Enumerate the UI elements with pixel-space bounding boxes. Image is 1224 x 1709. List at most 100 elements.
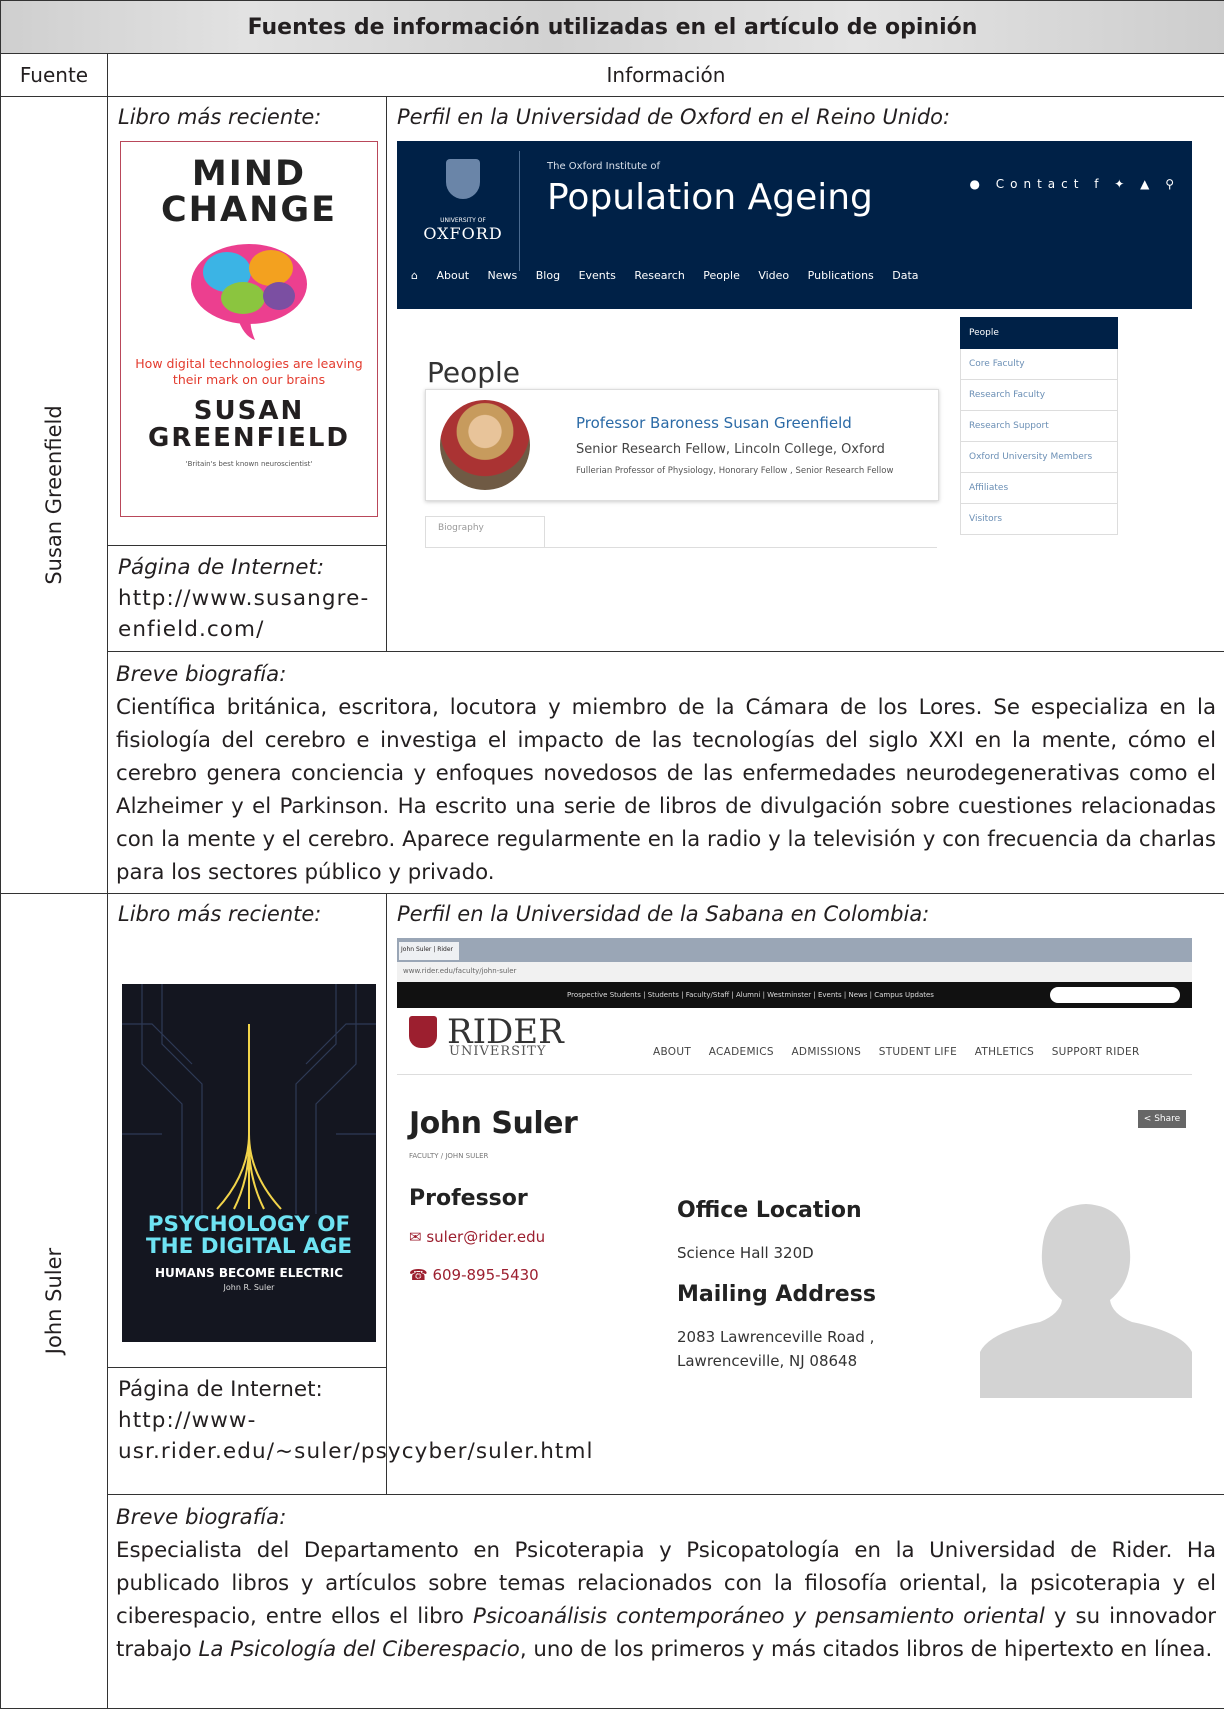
shield-icon [409,1016,437,1048]
home-icon[interactable]: ⌂ [411,269,418,282]
book-label: Libro más reciente: [108,894,386,926]
bio-cell: Breve biografía: Especialista del Depart… [108,1495,1224,1709]
utility-nav[interactable]: Prospective Students | Students | Facult… [397,982,1192,1008]
avatar [440,400,530,490]
sidebar-header: People [960,317,1118,349]
divider [545,547,937,548]
web-label: Página de Internet: [118,1374,376,1405]
book-label: Libro más reciente: [108,97,386,129]
nav-item[interactable]: Data [892,269,918,282]
site-nav[interactable]: ⌂ About News Blog Events Research People… [411,269,934,282]
people-sidebar[interactable]: People Core Faculty Research Faculty Res… [960,317,1118,535]
nav-item[interactable]: People [703,269,740,282]
breadcrumb[interactable]: FACULTY / JOHN SULER [409,1152,488,1160]
nav-item[interactable]: Events [579,269,616,282]
address-line1: 2083 Lawrenceville Road , [677,1328,874,1346]
oxford-logo: UNIVERSITY OF OXFORD [407,151,520,271]
table-title: Fuentes de información utilizadas en el … [1,1,1224,54]
bio-work-title: La Psicología del Ciberespacio [198,1637,519,1662]
nav-item[interactable]: ATHLETICS [975,1046,1034,1058]
institute-line: The Oxford Institute of [547,161,660,172]
address-bar[interactable]: www.rider.edu/faculty/john-suler [397,962,1192,982]
profile-cell: Perfil en la Universidad de Oxford en el… [387,97,1224,652]
bio-text-part: , uno de los primeros y más citados libr… [520,1637,1212,1662]
web-cell: Página de Internet: http://www.susangre-… [108,546,387,652]
web-url[interactable]: http://www-usr.rider.edu/~suler/psycyber… [118,1405,376,1467]
search-input[interactable] [1050,987,1180,1003]
header-fuente: Fuente [1,54,108,97]
bio-text: Científica británica, escritora, locutor… [116,691,1216,889]
share-button[interactable]: < Share [1138,1110,1186,1128]
profile-label: Perfil en la Universidad de Oxford en el… [387,97,1224,129]
book-author-line2: GREENFIELD [148,423,350,453]
sidebar-item[interactable]: Oxford University Members [960,442,1118,473]
nav-item[interactable]: About [436,269,469,282]
share-label: Share [1154,1114,1180,1124]
email-link[interactable]: ✉ suler@rider.edu [409,1228,545,1246]
sidebar-item[interactable]: Core Faculty [960,349,1118,380]
profile-name: John Suler [409,1106,577,1141]
divider [397,1074,1192,1075]
office-heading: Office Location [677,1198,862,1223]
nav-item[interactable]: STUDENT LIFE [879,1046,957,1058]
email-text[interactable]: suler@rider.edu [426,1228,545,1246]
person-name[interactable]: Professor Baroness Susan Greenfield [576,414,852,432]
book-subtitle: How digital technologies are leaving the… [121,356,377,388]
nav-item[interactable]: Research [634,269,684,282]
nav-item[interactable]: News [488,269,518,282]
crest-icon [446,159,480,199]
bio-book-title: Psicoanálisis contemporáneo y pensamient… [473,1604,1045,1629]
contact-link[interactable]: Contact [996,177,1085,191]
book-cover-mind-change: MINDCHANGE How digital technologies are … [120,141,378,517]
bio-text: Especialista del Departamento en Psicote… [116,1534,1216,1666]
tab-biography[interactable]: Biography [425,516,545,548]
person-role: Senior Research Fellow, Lincoln College,… [576,442,885,457]
nav-item[interactable]: Video [758,269,789,282]
phone-link[interactable]: ☎ 609-895-5430 [409,1266,539,1284]
logo-text: OXFORD [407,224,519,243]
sidebar-item[interactable]: Affiliates [960,473,1118,504]
utility-links[interactable]: Prospective Students | Students | Facult… [567,991,934,999]
circuit-illustration [122,984,376,1214]
main-nav[interactable]: ABOUT ACADEMICS ADMISSIONS STUDENT LIFE … [653,1046,1154,1058]
sidebar-item[interactable]: Research Support [960,411,1118,442]
avatar-placeholder [980,1182,1192,1398]
phone-text[interactable]: 609-895-5430 [432,1266,538,1284]
oxford-profile-screenshot: UNIVERSITY OF OXFORD The Oxford Institut… [397,141,1192,609]
sidebar-item[interactable]: Research Faculty [960,380,1118,411]
nav-item[interactable]: ADMISSIONS [791,1046,861,1058]
nav-item[interactable]: SUPPORT RIDER [1052,1046,1140,1058]
book-author: John R. Suler [122,1283,376,1292]
nav-item[interactable]: ABOUT [653,1046,691,1058]
source-greenfield: Susan Greenfield [1,97,108,894]
book-cell: Libro más reciente: MINDCHANGE How digit… [108,97,387,546]
social-icons[interactable]: ● Contact f ✦ ▲ ⚲ [969,177,1180,191]
header-informacion: Información [108,54,1224,97]
book-title-line2: THE DIGITAL AGE [146,1234,352,1259]
bio-label: Breve biografía: [116,1501,1216,1534]
rider-logo[interactable]: RIDER UNIVERSITY [409,1016,437,1048]
book-quote: 'Britain's best known neuroscientist' [121,460,377,468]
people-heading: People [427,356,520,389]
person-subrole: Fullerian Professor of Physiology, Honor… [576,466,906,476]
address-line2: Lawrenceville, NJ 08648 [677,1352,857,1370]
browser-tab[interactable]: John Suler | Rider [399,942,459,960]
profile-title: Professor [409,1186,528,1211]
profile-cell: Perfil en la Universidad de la Sabana en… [387,894,1224,1495]
book-author-line1: SUSAN [194,396,304,426]
book-subtitle: HUMANS BECOME ELECTRIC [122,1266,376,1280]
web-url[interactable]: http://www.susangre-enfield.com/ [118,583,376,645]
nav-item[interactable]: Publications [808,269,874,282]
source-name: John Suler [42,1248,66,1354]
bio-cell: Breve biografía: Científica británica, e… [108,652,1224,894]
sidebar-item[interactable]: Visitors [960,504,1118,535]
sources-table: Fuentes de información utilizadas en el … [0,0,1224,1709]
brain-illustration [179,236,319,346]
mailing-heading: Mailing Address [677,1282,876,1307]
profile-label: Perfil en la Universidad de la Sabana en… [387,894,1224,926]
source-name: Susan Greenfield [42,405,66,584]
nav-item[interactable]: Blog [536,269,560,282]
nav-item[interactable]: ACADEMICS [709,1046,774,1058]
bio-label: Breve biografía: [116,658,1216,691]
person-card[interactable]: Professor Baroness Susan Greenfield Seni… [425,389,939,501]
